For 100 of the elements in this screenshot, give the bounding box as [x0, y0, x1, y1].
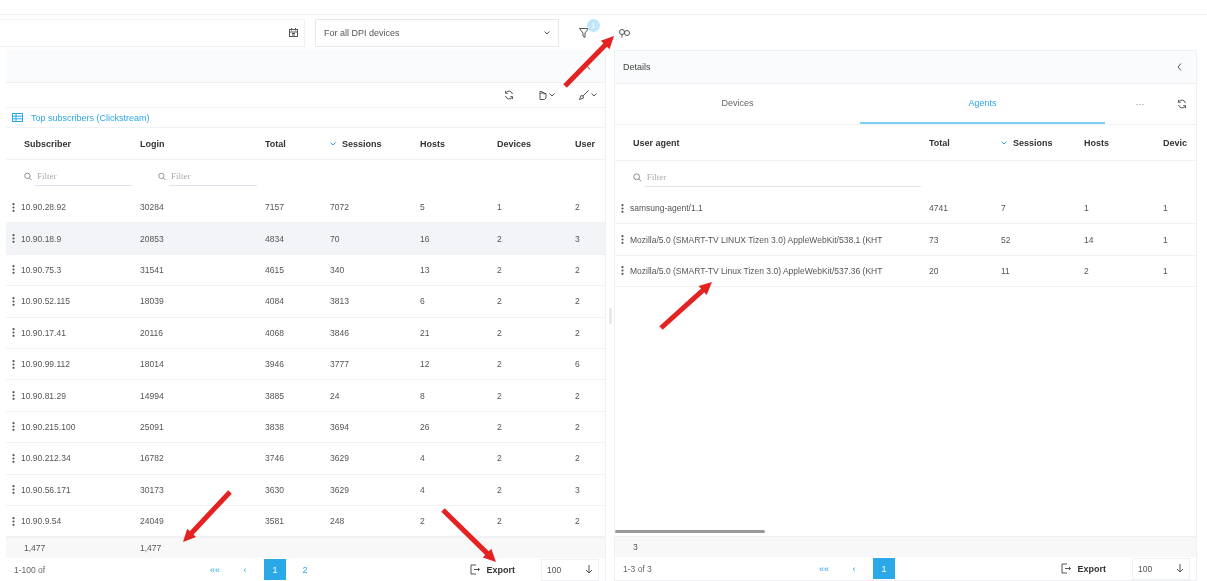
table-cell: 4084 — [265, 296, 284, 307]
table-icon — [12, 113, 23, 122]
table-cell: 20853 — [140, 233, 164, 244]
column-header[interactable]: User — [575, 138, 595, 149]
sort-caret-icon — [330, 141, 336, 146]
table-cell: 10.90.75.3 — [21, 264, 62, 275]
drag-handle-icon[interactable] — [621, 235, 624, 245]
table-cell: 7072 — [330, 202, 349, 213]
table-cell: 24 — [330, 390, 340, 401]
table-cell: Mozilla/5.0 (SMART-TV LINUX Tizen 3.0) AppleWebKit/538.1 (KHT — [630, 234, 883, 245]
filter-field[interactable]: Filter — [35, 166, 132, 186]
column-header[interactable]: Total — [265, 138, 286, 149]
drag-handle-icon[interactable] — [12, 485, 15, 495]
table-cell: 7 — [1001, 203, 1006, 214]
column-header[interactable]: Login — [140, 138, 165, 149]
table-cell: 3629 — [330, 453, 349, 464]
table-cell: 2 — [575, 202, 580, 213]
table-cell: 4068 — [265, 327, 284, 338]
panel-title: Top subscribers (Clickstream) — [31, 112, 150, 123]
table-cell: 10.90.99.112 — [21, 359, 70, 370]
table-cell: 3846 — [330, 327, 349, 338]
link-icon — [619, 27, 630, 38]
pointer-arrow — [183, 490, 232, 542]
drag-handle-icon[interactable] — [12, 296, 15, 306]
table-cell: 3746 — [265, 453, 284, 464]
drag-handle-icon[interactable] — [621, 266, 624, 276]
drag-handle-icon[interactable] — [12, 453, 15, 463]
brush-icon — [579, 90, 589, 100]
chevron-icon — [1177, 63, 1182, 71]
table-cell: 3629 — [330, 484, 349, 495]
hand-icon — [538, 90, 547, 100]
drag-handle-icon[interactable] — [12, 359, 15, 369]
table-cell: 2 — [497, 484, 502, 495]
table-cell: 3 — [575, 484, 580, 495]
table-cell: 14994 — [140, 390, 164, 401]
refresh-icon — [1177, 99, 1187, 109]
column-header[interactable]: User agent — [633, 137, 680, 148]
drag-handle-icon[interactable] — [12, 265, 15, 275]
table-cell: 1 — [1163, 265, 1168, 276]
page-size-select[interactable]: 100 — [541, 558, 599, 581]
drag-handle-icon[interactable] — [12, 422, 15, 432]
table-cell: 10.90.9.54 — [21, 516, 62, 527]
drag-handle-icon[interactable] — [621, 203, 624, 213]
column-header[interactable]: Subscriber — [24, 138, 72, 149]
date-field[interactable] — [0, 18, 305, 47]
tab[interactable]: Devices — [615, 84, 860, 124]
table-cell: 4834 — [265, 233, 284, 244]
column-header[interactable]: Hosts — [1084, 137, 1109, 148]
table-cell: 12 — [420, 359, 430, 370]
page-size-select[interactable]: 100 — [1132, 557, 1190, 580]
filter-field[interactable]: Filter — [168, 166, 257, 186]
filter-count-badge: 1 — [587, 18, 600, 32]
column-header[interactable]: Devic — [1163, 137, 1188, 148]
table-cell: 5 — [420, 202, 425, 213]
table-cell: 3777 — [330, 359, 349, 370]
table-row[interactable]: 10.90.18.9 20853 4834 70 16 2 3 — [6, 223, 605, 255]
table-cell: 7157 — [265, 202, 284, 213]
column-header[interactable]: Devices — [497, 138, 532, 149]
drag-handle-icon[interactable] — [12, 202, 15, 212]
column-header[interactable]: Total — [929, 137, 950, 148]
export-button[interactable]: Export — [464, 563, 521, 577]
column-header[interactable]: Sessions — [330, 138, 382, 149]
table-cell: 4 — [420, 453, 425, 464]
table-cell: 2 — [497, 390, 502, 401]
caret-icon — [549, 93, 555, 97]
table-cell: 2 — [575, 516, 580, 527]
table-cell: 10.90.17.41 — [21, 327, 66, 338]
table-cell: 2 — [497, 359, 502, 370]
table-cell: 20 — [929, 265, 939, 276]
pointer-arrow — [563, 36, 614, 88]
table-cell: 1 — [1163, 203, 1168, 214]
table-cell: 3694 — [330, 421, 349, 432]
table-cell: 2 — [497, 421, 502, 432]
table-cell: 10.90.52.115 — [21, 296, 70, 307]
hand-tool-button[interactable] — [538, 90, 555, 100]
export-icon — [1061, 563, 1072, 574]
device-select[interactable]: For all DPI devices — [315, 18, 559, 47]
table-cell: 3946 — [265, 359, 284, 370]
calendar-icon — [289, 28, 298, 37]
table-cell: 16782 — [140, 453, 164, 464]
export-button[interactable]: Export — [1055, 562, 1112, 575]
drag-handle-icon[interactable] — [12, 516, 15, 526]
drag-handle-icon[interactable] — [12, 391, 15, 401]
drag-handle-icon[interactable] — [12, 328, 15, 338]
table-cell: 2 — [1084, 265, 1089, 276]
refresh-button[interactable] — [504, 90, 514, 100]
column-header[interactable]: Sessions — [1001, 137, 1053, 148]
table-cell: 248 — [330, 516, 345, 527]
brush-tool-button[interactable] — [579, 90, 597, 100]
more-button[interactable]: ··· — [1125, 84, 1155, 124]
filter-field[interactable]: Filter — [644, 167, 921, 187]
table-cell: 52 — [1001, 234, 1011, 245]
table-cell: 2 — [575, 453, 580, 464]
table-cell: 24049 — [140, 516, 164, 527]
total-cell-text: 1,477 — [23, 543, 47, 554]
scrollbar-thumb[interactable] — [615, 530, 765, 533]
filter-icon — [579, 27, 589, 38]
column-header[interactable]: Hosts — [420, 138, 445, 149]
drag-handle-icon[interactable] — [12, 234, 15, 244]
table-cell: 2 — [497, 233, 502, 244]
